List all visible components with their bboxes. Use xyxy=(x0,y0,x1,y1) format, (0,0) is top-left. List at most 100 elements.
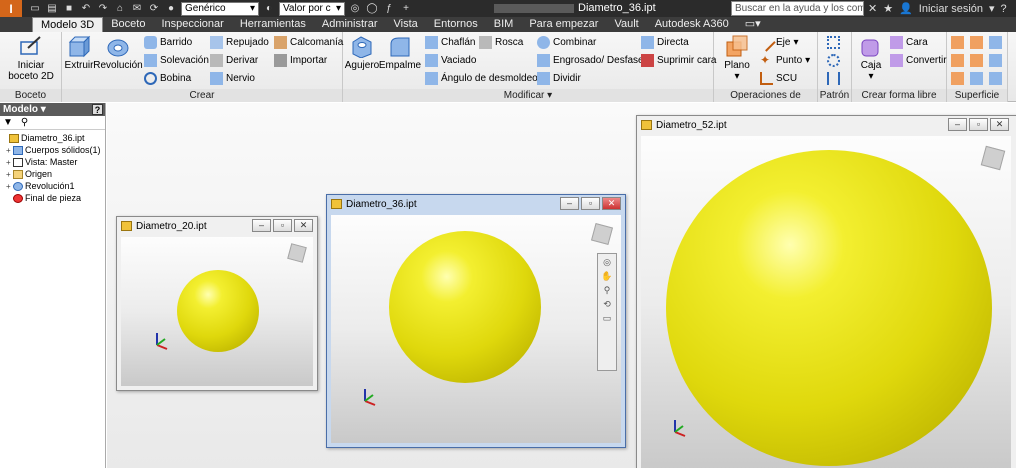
point-button[interactable]: ✦ Punto ▾ xyxy=(760,54,810,67)
viewport[interactable]: ◎ ✋ ⚲ ⟲ ▭ xyxy=(331,215,621,443)
restore-button[interactable]: ▫ xyxy=(581,197,600,210)
material-select[interactable]: Genérico ▾ xyxy=(181,1,259,16)
stitch-button[interactable] xyxy=(951,54,964,67)
undo-icon[interactable]: ↶ xyxy=(79,3,93,15)
fit-mesh-button[interactable] xyxy=(989,72,1002,85)
document-window-diametro-20[interactable]: Diametro_20.ipt – ▫ ✕ xyxy=(116,216,318,391)
orbit-icon[interactable]: ⟲ xyxy=(603,299,611,310)
repair-button[interactable] xyxy=(970,72,983,85)
tree-item-solid-bodies[interactable]: + Cuerpos sólidos(1) xyxy=(2,144,103,156)
loft-button[interactable]: Solevación xyxy=(144,54,209,67)
tab-bim[interactable]: BIM xyxy=(486,17,522,32)
extend-button[interactable] xyxy=(989,36,1002,49)
favorites-icon[interactable]: ★ xyxy=(883,2,893,15)
minimize-button[interactable]: – xyxy=(560,197,579,210)
emboss-button[interactable]: Repujado xyxy=(210,36,269,49)
viewport[interactable] xyxy=(641,136,1011,468)
save-icon[interactable]: ■ xyxy=(62,3,76,15)
sphere-model[interactable] xyxy=(666,150,992,466)
restore-button[interactable]: ▫ xyxy=(273,219,292,232)
circ-pattern-button[interactable] xyxy=(827,54,840,67)
tree-item-part[interactable]: Diametro_36.ipt xyxy=(2,132,103,144)
pan-icon[interactable]: ✋ xyxy=(601,271,612,282)
ruled-button[interactable] xyxy=(951,72,964,85)
close-button[interactable]: ✕ xyxy=(990,118,1009,131)
rect-pattern-button[interactable] xyxy=(827,36,840,49)
tab-overflow-icon[interactable]: ▭▾ xyxy=(737,17,769,32)
rib-button[interactable]: Nervio xyxy=(210,72,255,85)
window-titlebar[interactable]: Diametro_20.ipt – ▫ ✕ xyxy=(117,217,317,235)
ucs-button[interactable]: SCU xyxy=(760,72,797,85)
restore-button[interactable]: ▫ xyxy=(969,118,988,131)
tab-para-empezar[interactable]: Para empezar xyxy=(521,17,606,32)
tab-inspeccionar[interactable]: Inspeccionar xyxy=(153,17,231,32)
chevron-down-icon[interactable]: ▾ xyxy=(989,2,995,15)
app-logo[interactable]: I xyxy=(0,0,22,17)
delete-face-button[interactable]: Suprimir cara xyxy=(641,54,716,67)
derive-button[interactable]: Derivar xyxy=(210,54,258,67)
import-button[interactable]: Importar xyxy=(274,54,327,67)
panel-label-modificar[interactable]: Modificar ▾ xyxy=(343,89,713,102)
tab-administrar[interactable]: Administrar xyxy=(314,17,386,32)
plane-button[interactable]: Plano ▾ xyxy=(720,34,754,82)
replace-face-button[interactable] xyxy=(989,54,1002,67)
measure-icon[interactable]: ◎ xyxy=(348,3,362,15)
viewcube-icon[interactable] xyxy=(590,222,614,246)
appearance-select[interactable]: Valor por c ▾ xyxy=(279,1,345,16)
new-icon[interactable]: ▭ xyxy=(28,3,42,15)
chamfer-button[interactable]: Chaflán xyxy=(425,36,475,49)
update-icon[interactable]: ⟳ xyxy=(147,3,161,15)
sphere-model[interactable] xyxy=(389,231,541,383)
graphics-workspace[interactable]: Diametro_20.ipt – ▫ ✕ Diametro_36.ipt – … xyxy=(107,103,1016,468)
patch-button[interactable] xyxy=(951,36,964,49)
revolve-button[interactable]: Revolución xyxy=(93,34,143,71)
tab-vista[interactable]: Vista xyxy=(385,17,425,32)
clear-icon[interactable]: ◯ xyxy=(365,3,379,15)
look-at-icon[interactable]: ▭ xyxy=(603,313,612,324)
close-button[interactable]: ✕ xyxy=(294,219,313,232)
tree-item-end-of-part[interactable]: Final de pieza xyxy=(2,192,103,204)
face-button[interactable]: Cara xyxy=(890,36,928,49)
direct-button[interactable]: Directa xyxy=(641,36,689,49)
viewcube-icon[interactable] xyxy=(980,145,1006,171)
home-icon[interactable]: ⌂ xyxy=(113,3,127,15)
signin-link[interactable]: Iniciar sesión xyxy=(919,3,983,15)
close-button[interactable]: ✕ xyxy=(602,197,621,210)
help-icon[interactable]: ? xyxy=(1001,3,1007,15)
hole-button[interactable]: Agujero xyxy=(345,34,379,71)
viewport[interactable] xyxy=(121,237,313,386)
sculpt-button[interactable] xyxy=(970,54,983,67)
sweep-button[interactable]: Barrido xyxy=(144,36,192,49)
steering-wheel-icon[interactable]: ◎ xyxy=(603,257,611,268)
convert-button[interactable]: Convertir xyxy=(890,54,947,67)
minimize-button[interactable]: – xyxy=(252,219,271,232)
fillet-button[interactable]: Empalme xyxy=(379,34,421,71)
window-titlebar[interactable]: Diametro_52.ipt – ▫ ✕ xyxy=(637,116,1016,134)
appearance-icon[interactable]: ◐ xyxy=(262,3,276,15)
tab-autodesk-a360[interactable]: Autodesk A360 xyxy=(647,17,737,32)
document-window-diametro-52[interactable]: Diametro_52.ipt – ▫ ✕ xyxy=(636,115,1016,468)
select-icon[interactable]: ✉ xyxy=(130,3,144,15)
filter-icon[interactable]: ▼ xyxy=(3,117,13,128)
box-button[interactable]: Caja ▾ xyxy=(856,34,886,82)
zoom-icon[interactable]: ⚲ xyxy=(604,285,611,296)
color-icon[interactable]: ● xyxy=(164,3,178,15)
tree-item-revolve[interactable]: + Revolución1 xyxy=(2,180,103,192)
browser-help-button[interactable]: ? xyxy=(92,104,103,115)
help-search-input[interactable]: Buscar en la ayuda y los comandos xyxy=(731,1,864,16)
mirror-button[interactable] xyxy=(827,72,840,85)
decal-button[interactable]: Calcomanía xyxy=(274,36,343,49)
draft-button[interactable]: Ángulo de desmoldeo xyxy=(425,72,538,85)
tab-entornos[interactable]: Entornos xyxy=(426,17,486,32)
tree-item-view[interactable]: + Vista: Master xyxy=(2,156,103,168)
tab-herramientas[interactable]: Herramientas xyxy=(232,17,314,32)
fx-icon[interactable]: ƒ xyxy=(382,3,396,15)
window-titlebar[interactable]: Diametro_36.ipt – ▫ ✕ xyxy=(327,195,625,213)
minimize-button[interactable]: – xyxy=(948,118,967,131)
redo-icon[interactable]: ↷ xyxy=(96,3,110,15)
tab-boceto[interactable]: Boceto xyxy=(103,17,153,32)
browser-header[interactable]: Modelo ▾ ? xyxy=(0,103,105,116)
user-icon[interactable]: 👤 xyxy=(899,2,913,15)
axis-button[interactable]: Eje ▾ xyxy=(757,33,798,52)
search-icon[interactable]: ✕ xyxy=(868,2,877,15)
